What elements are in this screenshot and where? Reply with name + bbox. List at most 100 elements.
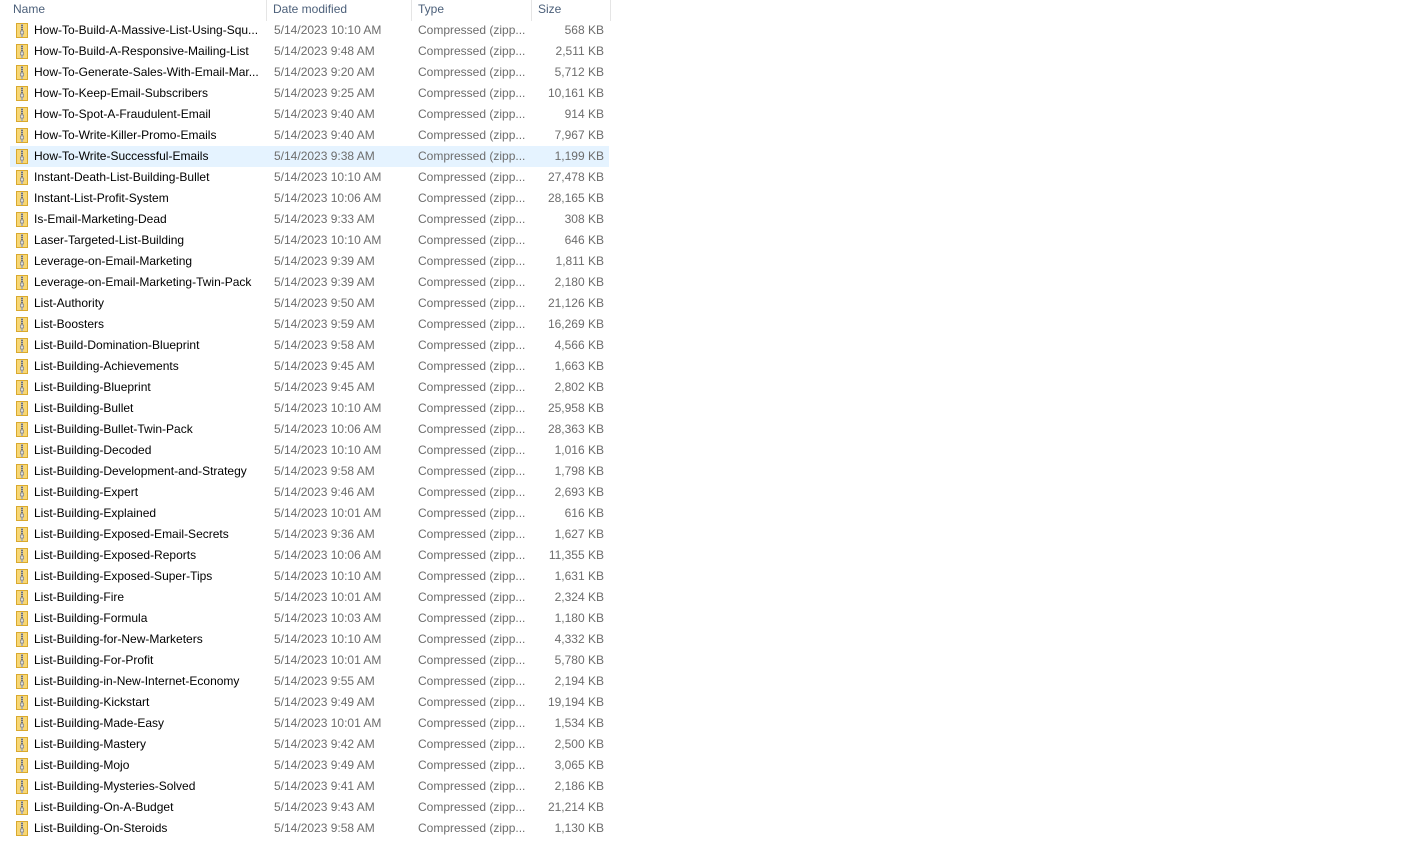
file-row[interactable]: Leverage-on-Email-Marketing 5/14/2023 9:3… (10, 251, 609, 272)
file-row[interactable]: Leverage-on-Email-Marketing-Twin-Pack 5/1… (10, 272, 609, 293)
file-date-modified: 5/14/2023 10:01 AM (274, 506, 382, 520)
file-row[interactable]: List-Building-Development-and-Strategy 5/… (10, 461, 609, 482)
file-date-modified: 5/14/2023 10:10 AM (274, 401, 382, 415)
zip-folder-icon (16, 23, 28, 38)
file-name: Laser-Targeted-List-Building (34, 233, 185, 247)
file-type: Compressed (zipp... (418, 107, 526, 121)
zip-folder-icon (16, 317, 28, 332)
file-name: List-Building-Formula (34, 611, 148, 625)
file-row[interactable]: How-To-Build-A-Responsive-Mailing-List 5/… (10, 41, 609, 62)
column-header-name[interactable]: Name (7, 0, 267, 21)
file-row[interactable]: List-Building-Bullet-Twin-Pack 5/14/2023 … (10, 419, 609, 440)
file-type: Compressed (zipp... (418, 191, 526, 205)
file-row[interactable]: Laser-Targeted-List-Building 5/14/2023 10… (10, 230, 609, 251)
file-name: List-Building-Exposed-Super-Tips (34, 569, 213, 583)
file-row[interactable]: How-To-Write-Successful-Emails 5/14/2023 … (10, 146, 609, 167)
file-list: Name Date modified Type Size How-To-Buil… (0, 0, 612, 836)
file-row[interactable]: List-Building-Fire 5/14/2023 10:01 AM Comp… (10, 587, 609, 608)
zip-folder-icon (16, 44, 28, 59)
file-name: List-Boosters (34, 317, 105, 331)
file-type: Compressed (zipp... (418, 548, 526, 562)
zip-folder-icon (16, 464, 28, 479)
file-date-modified: 5/14/2023 9:49 AM (274, 695, 375, 709)
zip-folder-icon (16, 569, 28, 584)
file-name: List-Building-Mojo (34, 758, 130, 772)
file-row[interactable]: List-Building-Blueprint 5/14/2023 9:45 AM… (10, 377, 609, 398)
file-size: 4,332 KB (554, 632, 604, 646)
file-date-modified: 5/14/2023 9:41 AM (274, 779, 375, 793)
zip-folder-icon (16, 485, 28, 500)
column-header-date-modified[interactable]: Date modified (267, 0, 412, 21)
file-date-modified: 5/14/2023 10:10 AM (274, 569, 382, 583)
zip-folder-icon (16, 254, 28, 269)
file-row[interactable]: How-To-Build-A-Massive-List-Using-Squ...… (10, 20, 609, 41)
file-row[interactable]: List-Building-Achievements 5/14/2023 9:45… (10, 356, 609, 377)
column-header-type[interactable]: Type (412, 0, 532, 21)
file-name: How-To-Write-Killer-Promo-Emails (34, 128, 217, 142)
file-row[interactable]: How-To-Spot-A-Fraudulent-Email 5/14/2023 … (10, 104, 609, 125)
file-type: Compressed (zipp... (418, 233, 526, 247)
file-row[interactable]: List-Building-Decoded 5/14/2023 10:10 AM C… (10, 440, 609, 461)
zip-folder-icon (16, 401, 28, 416)
file-size: 11,355 KB (548, 548, 604, 562)
file-row[interactable]: List-Building-Mojo 5/14/2023 9:49 AM Compr… (10, 755, 609, 776)
file-row[interactable]: List-Building-Mysteries-Solved 5/14/2023 … (10, 776, 609, 797)
file-size: 2,693 KB (554, 485, 604, 499)
file-row[interactable]: List-Building-Exposed-Email-Secrets 5/14/… (10, 524, 609, 545)
file-date-modified: 5/14/2023 10:03 AM (274, 611, 382, 625)
file-size: 1,631 KB (554, 569, 604, 583)
file-row[interactable]: How-To-Keep-Email-Subscribers 5/14/2023 9… (10, 83, 609, 104)
file-row[interactable]: List-Building-On-Steroids 5/14/2023 9:58 … (10, 818, 609, 839)
file-date-modified: 5/14/2023 10:06 AM (274, 191, 382, 205)
file-name: List-Building-in-New-Internet-Economy (34, 674, 240, 688)
file-date-modified: 5/14/2023 9:33 AM (274, 212, 375, 226)
file-type: Compressed (zipp... (418, 485, 526, 499)
file-row[interactable]: List-Building-For-Profit 5/14/2023 10:01 … (10, 650, 609, 671)
file-row[interactable]: List-Building-Exposed-Super-Tips 5/14/202… (10, 566, 609, 587)
file-type: Compressed (zipp... (418, 275, 526, 289)
file-name: List-Building-Exposed-Email-Secrets (34, 527, 229, 541)
file-row[interactable]: List-Building-Exposed-Reports 5/14/2023 1… (10, 545, 609, 566)
file-size: 4,566 KB (554, 338, 604, 352)
file-row[interactable]: List-Building-Formula 5/14/2023 10:03 AM C… (10, 608, 609, 629)
file-size: 5,712 KB (554, 65, 604, 79)
file-name: Instant-List-Profit-System (34, 191, 169, 205)
file-row[interactable]: Instant-List-Profit-System 5/14/2023 10:0… (10, 188, 609, 209)
file-type: Compressed (zipp... (418, 590, 526, 604)
file-date-modified: 5/14/2023 9:48 AM (274, 44, 375, 58)
file-row[interactable]: List-Building-On-A-Budget 5/14/2023 9:43 … (10, 797, 609, 818)
file-row[interactable]: List-Building-Bullet 5/14/2023 10:10 AM Co… (10, 398, 609, 419)
file-date-modified: 5/14/2023 9:45 AM (274, 380, 375, 394)
file-row[interactable]: List-Building-Made-Easy 5/14/2023 10:01 A… (10, 713, 609, 734)
file-type: Compressed (zipp... (418, 86, 526, 100)
file-row[interactable]: List-Boosters 5/14/2023 9:59 AM Compressed… (10, 314, 609, 335)
file-date-modified: 5/14/2023 10:10 AM (274, 443, 382, 457)
file-type: Compressed (zipp... (418, 695, 526, 709)
file-row[interactable]: Instant-Death-List-Building-Bullet 5/14/2… (10, 167, 609, 188)
file-name: List-Building-for-New-Marketers (34, 632, 203, 646)
file-row[interactable]: List-Authority 5/14/2023 9:50 AM Compresse… (10, 293, 609, 314)
file-type: Compressed (zipp... (418, 254, 526, 268)
file-row[interactable]: List-Building-in-New-Internet-Economy 5/1… (10, 671, 609, 692)
column-header-size[interactable]: Size (532, 0, 611, 21)
file-size: 7,967 KB (554, 128, 604, 142)
file-size: 2,802 KB (554, 380, 604, 394)
file-row[interactable]: List-Building-Mastery 5/14/2023 9:42 AM Co… (10, 734, 609, 755)
file-row[interactable]: List-Build-Domination-Blueprint 5/14/2023… (10, 335, 609, 356)
file-size: 2,194 KB (554, 674, 604, 688)
file-row[interactable]: List-Building-Explained 5/14/2023 10:01 A… (10, 503, 609, 524)
file-row[interactable]: How-To-Generate-Sales-With-Email-Mar... 5… (10, 62, 609, 83)
column-header-row: Name Date modified Type Size (0, 0, 612, 21)
file-type: Compressed (zipp... (418, 632, 526, 646)
file-row[interactable]: How-To-Write-Killer-Promo-Emails 5/14/202… (10, 125, 609, 146)
file-row[interactable]: Is-Email-Marketing-Dead 5/14/2023 9:33 AM… (10, 209, 609, 230)
file-date-modified: 5/14/2023 9:58 AM (274, 821, 375, 835)
file-date-modified: 5/14/2023 9:49 AM (274, 758, 375, 772)
file-date-modified: 5/14/2023 10:06 AM (274, 548, 382, 562)
file-name: List-Building-Exposed-Reports (34, 548, 197, 562)
file-name: List-Build-Domination-Blueprint (34, 338, 200, 352)
zip-folder-icon (16, 506, 28, 521)
file-row[interactable]: List-Building-for-New-Marketers 5/14/2023… (10, 629, 609, 650)
file-row[interactable]: List-Building-Expert 5/14/2023 9:46 AM Com… (10, 482, 609, 503)
file-row[interactable]: List-Building-Kickstart 5/14/2023 9:49 AM… (10, 692, 609, 713)
